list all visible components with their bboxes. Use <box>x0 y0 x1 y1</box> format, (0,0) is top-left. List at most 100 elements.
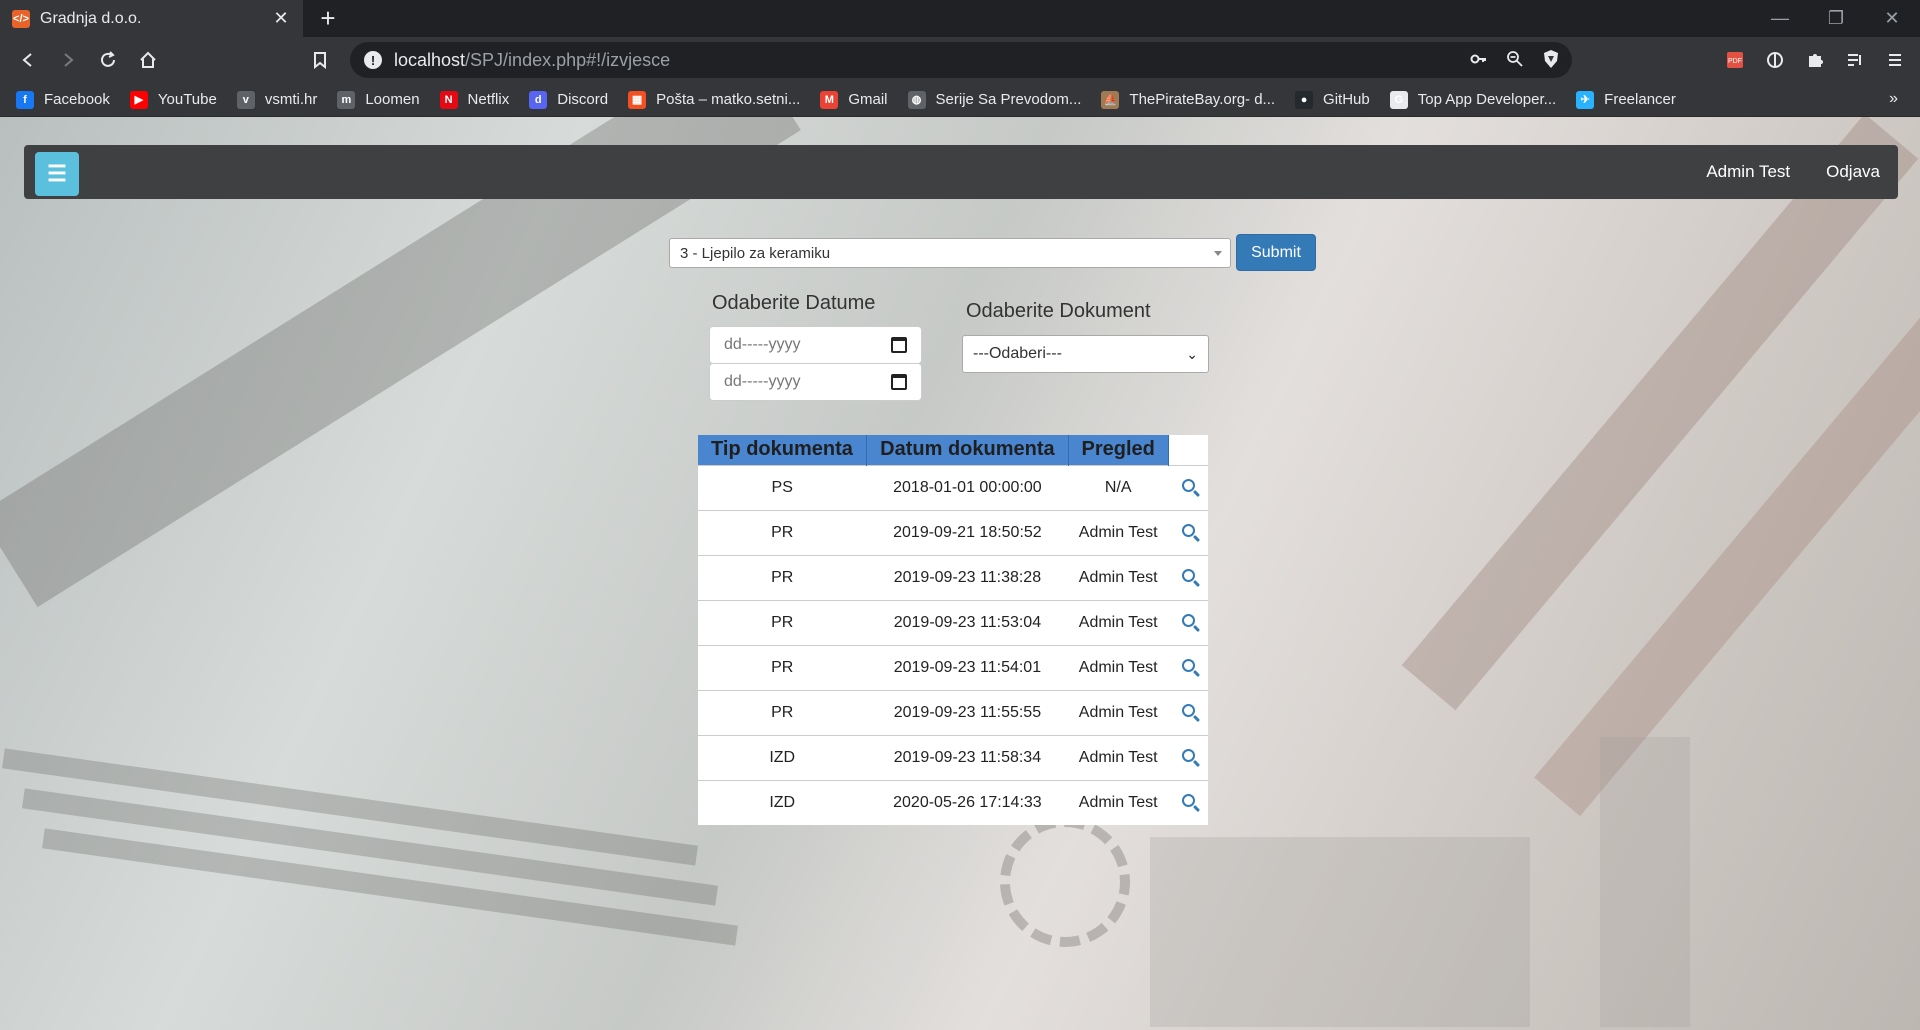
window-controls: — ❐ ✕ <box>1752 0 1920 37</box>
cell-pregled: Admin Test <box>1068 734 1168 780</box>
column-header-blank <box>1168 435 1208 465</box>
loomen-icon: m <box>337 90 356 109</box>
new-tab-button[interactable]: + <box>314 4 342 32</box>
user-link[interactable]: Admin Test <box>1706 162 1790 182</box>
table-header-row: Tip dokumenta Datum dokumenta Pregled <box>698 435 1208 465</box>
extensions-puzzle-icon[interactable] <box>1800 44 1830 76</box>
close-icon[interactable]: ✕ <box>271 8 291 29</box>
table-row: IZD 2020-05-26 17:14:33 Admin Test <box>698 779 1208 825</box>
minimize-icon[interactable]: — <box>1752 0 1808 37</box>
brave-shield-icon[interactable] <box>1542 49 1560 69</box>
bookmark-item[interactable]: ✈ Freelancer <box>1576 90 1676 109</box>
table-body: PS 2018-01-01 00:00:00 N/A PR 2019-09-21 18:… <box>698 464 1208 825</box>
date-to-input[interactable]: dd-----yyyy <box>709 363 922 401</box>
menu-icon[interactable] <box>1880 44 1910 76</box>
cell-tip: PR <box>698 644 867 690</box>
bookmark-label: Top App Developer... <box>1417 91 1557 108</box>
bookmark-label: Gmail <box>848 91 888 108</box>
navbar-right: Admin Test Odjava <box>1706 145 1880 199</box>
table-row: PR 2019-09-23 11:55:55 Admin Test <box>698 689 1208 735</box>
bookmark-item[interactable]: G Top App Developer... <box>1389 90 1557 109</box>
logout-link[interactable]: Odjava <box>1826 162 1880 182</box>
view-document-button[interactable] <box>1168 734 1208 780</box>
bookmark-label: Loomen <box>365 91 420 108</box>
cell-pregled: Admin Test <box>1068 509 1168 555</box>
address-bar[interactable]: ! localhost /SPJ/index.php#!/izvjesce <box>350 42 1572 78</box>
bookmark-item[interactable]: f Facebook <box>16 90 110 109</box>
column-header-tip: Tip dokumenta <box>698 435 867 465</box>
document-label: Odaberite Dokument <box>966 300 1151 322</box>
table-row: PR 2019-09-21 18:50:52 Admin Test <box>698 509 1208 555</box>
back-button[interactable] <box>12 44 44 76</box>
calendar-icon[interactable] <box>891 337 907 353</box>
view-document-button[interactable] <box>1168 689 1208 735</box>
info-icon[interactable]: ! <box>364 51 382 69</box>
bookmark-label: Serije Sa Prevodom... <box>935 91 1082 108</box>
bookmark-item[interactable]: M Gmail <box>820 90 888 109</box>
search-icon <box>1181 523 1195 537</box>
hamburger-icon: ☰ <box>47 161 67 186</box>
cell-datum: 2019-09-21 18:50:52 <box>866 509 1069 555</box>
back-icon <box>22 53 32 67</box>
bookmark-label: Facebook <box>44 91 110 108</box>
pdf-extension-icon[interactable]: PDF <box>1720 44 1750 76</box>
view-document-button[interactable] <box>1168 644 1208 690</box>
tab-title: Gradnja d.o.o. <box>40 9 142 27</box>
view-document-button[interactable] <box>1168 599 1208 645</box>
bookmark-item[interactable]: v vsmti.hr <box>236 90 318 109</box>
bookmark-item[interactable]: d Discord <box>529 90 608 109</box>
more-bookmarks-button[interactable]: » <box>1889 90 1898 108</box>
search-icon <box>1181 568 1195 582</box>
reading-list-icon[interactable] <box>1840 44 1870 76</box>
cell-datum: 2019-09-23 11:53:04 <box>866 599 1069 645</box>
background-beam <box>1600 737 1690 1027</box>
search-icon <box>1181 613 1195 627</box>
table-row: PS 2018-01-01 00:00:00 N/A <box>698 464 1208 510</box>
cell-pregled: Admin Test <box>1068 689 1168 735</box>
date-from-input[interactable]: dd-----yyyy <box>709 326 922 364</box>
caret-down-icon <box>1214 251 1222 256</box>
window-close-icon[interactable]: ✕ <box>1864 0 1920 37</box>
view-document-button[interactable] <box>1168 464 1208 510</box>
piratebay-icon: ⛵ <box>1101 90 1120 109</box>
document-select[interactable]: ---Odaberi--- ⌄ <box>962 335 1209 373</box>
reload-button[interactable] <box>92 44 124 76</box>
key-icon[interactable] <box>1470 50 1488 68</box>
bookmark-item[interactable]: N Netflix <box>439 90 509 109</box>
search-icon <box>1181 478 1195 492</box>
submit-button[interactable]: Submit <box>1236 234 1316 271</box>
bookmark-label: Pošta – matko.setni... <box>656 91 801 108</box>
chevron-down-icon: ⌄ <box>1186 346 1198 362</box>
bookmark-item[interactable]: m Loomen <box>337 90 420 109</box>
restore-icon[interactable]: ❐ <box>1808 0 1864 37</box>
calendar-icon[interactable] <box>891 374 907 390</box>
view-document-button[interactable] <box>1168 554 1208 600</box>
sidebar-toggle-button[interactable]: ☰ <box>35 152 79 196</box>
view-document-button[interactable] <box>1168 509 1208 555</box>
url-host: localhost <box>394 49 466 70</box>
bookmark-item[interactable]: ▦ Pošta – matko.setni... <box>628 90 801 109</box>
cell-datum: 2019-09-23 11:54:01 <box>866 644 1069 690</box>
browser-tab-bar: </> Gradnja d.o.o. ✕ + — ❐ ✕ <box>0 0 1920 37</box>
github-icon: ● <box>1295 90 1314 109</box>
bookmark-label: vsmti.hr <box>264 91 318 108</box>
cell-pregled: N/A <box>1068 464 1168 510</box>
home-button[interactable] <box>132 44 164 76</box>
bookmark-item[interactable]: ⛵ ThePirateBay.org- d... <box>1101 90 1275 109</box>
browser-tab[interactable]: </> Gradnja d.o.o. ✕ <box>0 0 303 37</box>
column-header-datum: Datum dokumenta <box>866 435 1069 465</box>
view-document-button[interactable] <box>1168 779 1208 825</box>
freelancer-icon: ✈ <box>1576 90 1595 109</box>
vpn-extension-icon[interactable] <box>1760 44 1790 76</box>
bookmark-item[interactable]: ◍ Serije Sa Prevodom... <box>907 90 1082 109</box>
bookmark-button[interactable] <box>304 44 336 76</box>
cell-tip: PR <box>698 509 867 555</box>
documents-table: Tip dokumenta Datum dokumenta Pregled PS… <box>698 435 1208 825</box>
forward-icon <box>64 53 74 67</box>
bookmark-item[interactable]: ▶ YouTube <box>129 90 217 109</box>
product-select[interactable]: 3 - Ljepilo za keramiku <box>669 238 1231 268</box>
zoom-icon[interactable] <box>1506 50 1524 68</box>
browser-toolbar: ! localhost /SPJ/index.php#!/izvjesce PD… <box>0 37 1920 83</box>
forward-button[interactable] <box>52 44 84 76</box>
bookmark-item[interactable]: ● GitHub <box>1295 90 1370 109</box>
